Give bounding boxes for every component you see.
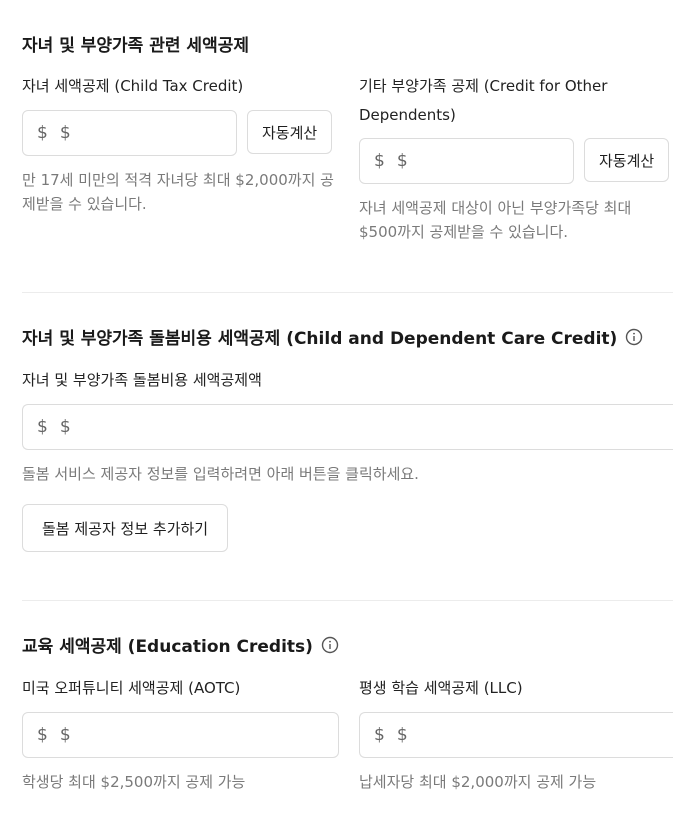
dependent-care-label: 자녀 및 부양가족 돌봄비용 세액공제액: [22, 371, 262, 389]
aotc-label: 미국 오퍼튜니티 세액공제 (AOTC): [22, 679, 241, 697]
aotc-help: 학생당 최대 $2,500까지 공제 가능: [22, 773, 246, 791]
aotc-input[interactable]: $: [22, 712, 339, 758]
llc-help: 납세자당 최대 $2,000까지 공제 가능: [359, 773, 597, 791]
dependent-care-field[interactable]: [59, 417, 673, 437]
section-title-child-dependent: 자녀 및 부양가족 관련 세액공제: [22, 31, 249, 56]
dependent-care-input[interactable]: $: [22, 404, 673, 450]
add-care-provider-button[interactable]: 돌봄 제공자 정보 추가하기: [22, 504, 229, 552]
other-dependents-input[interactable]: $: [359, 138, 574, 184]
other-dependents-label: 기타 부양가족 공제 (Credit for Other Dependents): [359, 77, 608, 124]
child-tax-credit-field[interactable]: [59, 123, 236, 143]
info-circle-icon[interactable]: [321, 636, 339, 654]
section-title-text: 자녀 및 부양가족 돌봄비용 세액공제 (Child and Dependent…: [22, 329, 618, 349]
section-title-text: 교육 세액공제 (Education Credits): [22, 637, 313, 657]
section-title-dependent-care: 자녀 및 부양가족 돌봄비용 세액공제 (Child and Dependent…: [22, 324, 643, 349]
child-tax-credit-input[interactable]: $: [22, 110, 237, 156]
dollar-prefix: $: [37, 123, 48, 143]
other-dependents-field[interactable]: [396, 151, 573, 171]
dollar-prefix: $: [37, 417, 48, 437]
info-circle-icon[interactable]: [625, 328, 643, 346]
llc-field[interactable]: [396, 725, 673, 745]
dollar-prefix: $: [374, 725, 385, 745]
other-dependents-auto-calc-button[interactable]: 자동계산: [584, 138, 670, 182]
llc-label: 평생 학습 세액공제 (LLC): [359, 679, 523, 697]
section-title-text: 자녀 및 부양가족 관련 세액공제: [22, 36, 249, 56]
aotc-field[interactable]: [59, 725, 338, 745]
section-divider: [22, 600, 673, 601]
child-tax-credit-help: 만 17세 미만의 적격 자녀당 최대 $2,000까지 공제받을 수 있습니다…: [22, 171, 334, 213]
dependent-care-help: 돌봄 서비스 제공자 정보를 입력하려면 아래 버튼을 클릭하세요.: [22, 465, 419, 483]
child-tax-credit-label: 자녀 세액공제 (Child Tax Credit): [22, 77, 244, 95]
section-title-education: 교육 세액공제 (Education Credits): [22, 632, 339, 657]
section-divider: [22, 292, 673, 293]
dollar-prefix: $: [374, 151, 385, 171]
child-tax-credit-auto-calc-button[interactable]: 자동계산: [247, 110, 333, 154]
dollar-prefix: $: [37, 725, 48, 745]
other-dependents-help: 자녀 세액공제 대상이 아닌 부양가족당 최대 $500까지 공제받을 수 있습…: [359, 199, 632, 241]
llc-input[interactable]: $: [359, 712, 673, 758]
